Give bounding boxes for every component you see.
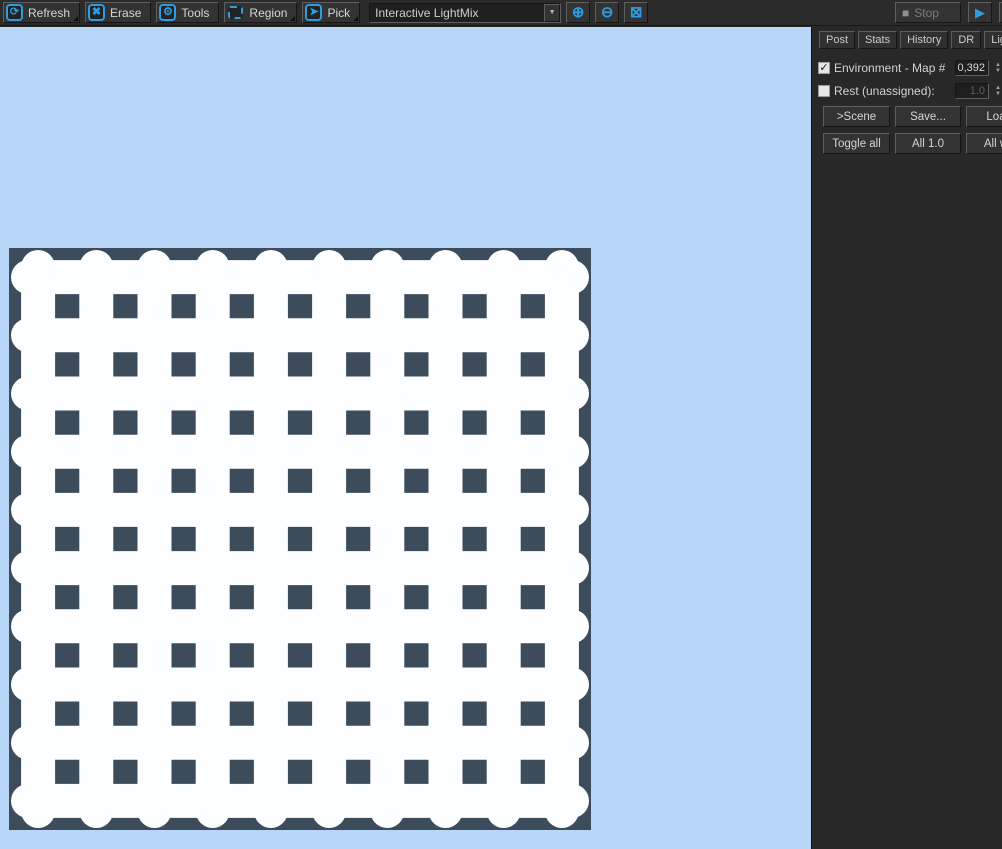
toolbar-right-group: ■ Stop ▶ bbox=[895, 2, 1002, 23]
environment-value-field[interactable]: 0,392 bbox=[955, 59, 989, 76]
erase-label: Erase bbox=[110, 5, 142, 20]
tab-dr[interactable]: DR bbox=[951, 31, 982, 49]
lightmix-layer-row: ✓ Environment - Map # 0,392 ▲ ▼ bbox=[818, 59, 1002, 76]
stop-label: Stop bbox=[914, 5, 939, 20]
render-image bbox=[9, 248, 591, 830]
scene-button[interactable]: >Scene bbox=[823, 106, 890, 127]
lightmix-dropdown[interactable]: Interactive LightMix ▼ bbox=[369, 2, 562, 23]
rest-spinner[interactable]: ▲ ▼ bbox=[993, 85, 1002, 97]
lightmix-dropdown-value: Interactive LightMix bbox=[375, 5, 479, 20]
erase-button[interactable]: ✖ Erase bbox=[85, 2, 152, 23]
save-button[interactable]: Save... bbox=[895, 106, 961, 127]
lightmix-actions-row-2: Toggle all All 1.0 All w bbox=[823, 133, 1002, 154]
refresh-label: Refresh bbox=[28, 5, 71, 20]
region-button[interactable]: Region bbox=[224, 2, 298, 23]
tab-history[interactable]: History bbox=[900, 31, 949, 49]
all-1-button[interactable]: All 1.0 bbox=[895, 133, 961, 154]
region-label: Region bbox=[249, 5, 288, 20]
spinner-down-icon[interactable]: ▼ bbox=[995, 68, 1001, 74]
zoom-fit-icon: ⊠ bbox=[629, 4, 643, 21]
environment-checkbox[interactable]: ✓ bbox=[818, 61, 830, 74]
chevron-down-icon[interactable]: ▼ bbox=[544, 3, 561, 22]
render-image-svg bbox=[9, 248, 591, 830]
render-start-button[interactable]: ▶ bbox=[968, 2, 992, 23]
zoom-fit-button[interactable]: ⊠ bbox=[624, 2, 649, 23]
flyout-corner-icon bbox=[290, 16, 296, 21]
zoom-out-icon: ⊖ bbox=[600, 4, 614, 21]
refresh-icon: ⟳ bbox=[6, 4, 23, 21]
render-viewport bbox=[0, 27, 811, 849]
stop-icon: ■ bbox=[902, 5, 910, 20]
load-button[interactable]: Loa bbox=[966, 106, 1002, 127]
tab-post[interactable]: Post bbox=[819, 31, 856, 49]
flyout-corner-icon bbox=[353, 16, 359, 21]
environment-label: Environment - Map # bbox=[834, 60, 946, 75]
pick-icon: ➤ bbox=[305, 4, 323, 21]
pick-label: Pick bbox=[327, 5, 351, 20]
zoom-in-icon: ⊕ bbox=[571, 4, 585, 21]
toggle-all-button[interactable]: Toggle all bbox=[823, 133, 890, 154]
erase-icon: ✖ bbox=[88, 4, 106, 21]
tab-stats[interactable]: Stats bbox=[858, 31, 898, 49]
gear-icon: ⚙ bbox=[159, 4, 177, 21]
right-panel: Post Stats History DR Lig ✓ Environment … bbox=[811, 27, 1002, 849]
lightmix-actions-row-1: >Scene Save... Loa bbox=[823, 106, 1002, 127]
rest-value-field[interactable]: 1.0 bbox=[955, 82, 989, 99]
rest-label: Rest (unassigned): bbox=[834, 83, 935, 98]
region-icon bbox=[228, 6, 244, 19]
zoom-in-button[interactable]: ⊕ bbox=[566, 2, 591, 23]
rest-checkbox[interactable] bbox=[818, 84, 830, 97]
spinner-down-icon[interactable]: ▼ bbox=[995, 91, 1001, 97]
zoom-out-button[interactable]: ⊖ bbox=[595, 2, 620, 23]
environment-spinner[interactable]: ▲ ▼ bbox=[993, 62, 1002, 74]
lightmix-layer-row: Rest (unassigned): 1.0 ▲ ▼ bbox=[818, 82, 1002, 99]
play-icon: ▶ bbox=[975, 5, 985, 20]
flyout-corner-icon bbox=[73, 16, 79, 21]
stop-button[interactable]: ■ Stop bbox=[895, 2, 961, 23]
tools-button[interactable]: ⚙ Tools bbox=[156, 2, 220, 23]
toolbar: ⟳ Refresh ✖ Erase ⚙ Tools Region ➤ Pick … bbox=[0, 0, 1002, 26]
all-white-button[interactable]: All w bbox=[966, 133, 1002, 154]
tab-lightmix[interactable]: Lig bbox=[984, 31, 1002, 49]
pick-button[interactable]: ➤ Pick bbox=[302, 2, 361, 23]
panel-tabs: Post Stats History DR Lig bbox=[819, 31, 1002, 49]
refresh-button[interactable]: ⟳ Refresh bbox=[3, 2, 81, 23]
tools-label: Tools bbox=[181, 5, 210, 20]
